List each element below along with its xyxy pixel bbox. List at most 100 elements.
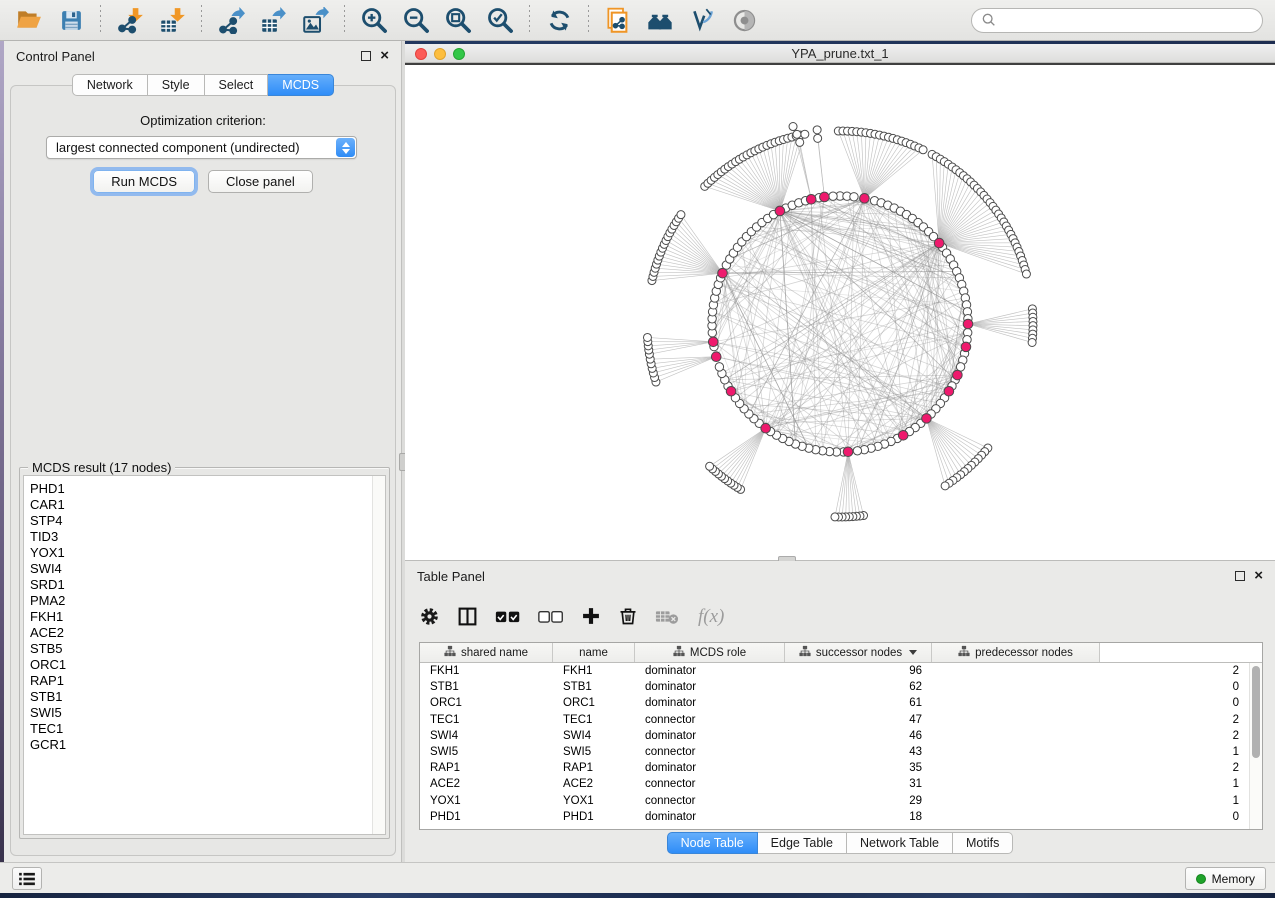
- new-network-document-icon[interactable]: [601, 3, 635, 37]
- mcds-result-item[interactable]: SWI4: [24, 561, 385, 577]
- network-graph[interactable]: [405, 65, 1275, 560]
- table-row[interactable]: ACE2ACE2connector311: [420, 776, 1249, 792]
- mcds-result-item[interactable]: STB1: [24, 689, 385, 705]
- mcds-node[interactable]: [934, 238, 944, 248]
- create-column-icon[interactable]: [581, 606, 601, 626]
- table-row[interactable]: TEC1TEC1connector472: [420, 712, 1249, 728]
- table-row[interactable]: ORC1ORC1dominator610: [420, 695, 1249, 711]
- mcds-node[interactable]: [775, 206, 785, 216]
- column-header-shared-name[interactable]: shared name: [420, 643, 553, 662]
- mcds-node[interactable]: [961, 342, 971, 352]
- mcds-result-item[interactable]: ACE2: [24, 625, 385, 641]
- hide-graphics-details-icon[interactable]: [685, 3, 719, 37]
- mcds-node[interactable]: [806, 194, 816, 204]
- tab-edge-table[interactable]: Edge Table: [758, 832, 847, 854]
- result-list-scrollbar[interactable]: [372, 476, 385, 834]
- delete-columns-icon[interactable]: [618, 606, 638, 626]
- import-table-icon[interactable]: [155, 3, 189, 37]
- mcds-result-item[interactable]: PHD1: [24, 481, 385, 497]
- export-table-icon[interactable]: [256, 3, 290, 37]
- unselect-all-columns-icon[interactable]: [538, 608, 564, 624]
- mcds-result-item[interactable]: SRD1: [24, 577, 385, 593]
- close-panel-icon[interactable]: ×: [1254, 571, 1263, 581]
- export-network-icon[interactable]: [214, 3, 248, 37]
- mcds-node[interactable]: [820, 192, 830, 202]
- open-file-icon[interactable]: [12, 3, 46, 37]
- tab-motifs[interactable]: Motifs: [953, 832, 1013, 854]
- mcds-node[interactable]: [726, 386, 736, 396]
- column-header-MCDS-role[interactable]: MCDS role: [635, 643, 785, 662]
- minimize-window-icon[interactable]: [434, 48, 446, 60]
- table-row[interactable]: PHD1PHD1dominator180: [420, 809, 1249, 825]
- cytoscape-app: Control Panel × NetworkStyleSelectMCDS O…: [0, 0, 1275, 898]
- tab-select[interactable]: Select: [205, 74, 269, 96]
- tab-network[interactable]: Network: [72, 74, 148, 96]
- mcds-result-item[interactable]: STP4: [24, 513, 385, 529]
- tab-style[interactable]: Style: [148, 74, 205, 96]
- mcds-result-item[interactable]: GCR1: [24, 737, 385, 753]
- network-canvas[interactable]: [405, 63, 1275, 560]
- mcds-node[interactable]: [944, 386, 954, 396]
- mcds-node[interactable]: [922, 414, 932, 424]
- mcds-node[interactable]: [963, 319, 973, 329]
- mcds-result-item[interactable]: CAR1: [24, 497, 385, 513]
- show-columns-icon[interactable]: [457, 606, 478, 627]
- table-settings-icon[interactable]: [419, 606, 440, 627]
- table-scrollbar-thumb[interactable]: [1252, 666, 1260, 758]
- table-row[interactable]: FKH1FKH1dominator962: [420, 663, 1249, 679]
- show-graphics-details-icon[interactable]: [727, 3, 761, 37]
- mcds-node[interactable]: [708, 337, 718, 347]
- zoom-out-icon[interactable]: [399, 3, 433, 37]
- mcds-result-item[interactable]: STB5: [24, 641, 385, 657]
- run-mcds-button[interactable]: Run MCDS: [93, 170, 195, 193]
- apply-layout-icon[interactable]: [542, 3, 576, 37]
- close-window-icon[interactable]: [415, 48, 427, 60]
- mcds-result-item[interactable]: SWI5: [24, 705, 385, 721]
- mcds-result-item[interactable]: YOX1: [24, 545, 385, 561]
- column-header-predecessor-nodes[interactable]: predecessor nodes: [932, 643, 1100, 662]
- table-row[interactable]: SWI4SWI4dominator462: [420, 728, 1249, 744]
- mcds-result-item[interactable]: TEC1: [24, 721, 385, 737]
- mcds-node[interactable]: [860, 194, 870, 204]
- table-row[interactable]: RAP1RAP1dominator352: [420, 760, 1249, 776]
- zoom-fit-icon[interactable]: [441, 3, 475, 37]
- tab-node-table[interactable]: Node Table: [667, 832, 758, 854]
- import-network-icon[interactable]: [113, 3, 147, 37]
- float-panel-icon[interactable]: [361, 51, 371, 61]
- export-image-icon[interactable]: [298, 3, 332, 37]
- mcds-result-item[interactable]: FKH1: [24, 609, 385, 625]
- optimization-criterion-select[interactable]: largest connected component (undirected): [46, 136, 357, 159]
- float-panel-icon[interactable]: [1235, 571, 1245, 581]
- mcds-node[interactable]: [843, 447, 853, 457]
- select-all-columns-icon[interactable]: [495, 608, 521, 624]
- table-row[interactable]: STB1STB1dominator620: [420, 679, 1249, 695]
- column-header-successor-nodes[interactable]: successor nodes: [785, 643, 932, 662]
- zoom-selected-icon[interactable]: [483, 3, 517, 37]
- table-scrollbar[interactable]: [1249, 663, 1262, 829]
- task-history-button[interactable]: [12, 867, 42, 890]
- column-header-name[interactable]: name: [553, 643, 635, 662]
- first-neighbors-icon[interactable]: [643, 3, 677, 37]
- mcds-node[interactable]: [711, 352, 721, 362]
- function-builder-icon[interactable]: f(x): [696, 605, 730, 627]
- maximize-window-icon[interactable]: [453, 48, 465, 60]
- tab-mcds[interactable]: MCDS: [268, 74, 334, 96]
- mcds-result-item[interactable]: TID3: [24, 529, 385, 545]
- memory-button[interactable]: Memory: [1185, 867, 1266, 890]
- close-panel-icon[interactable]: ×: [380, 51, 389, 61]
- mcds-node[interactable]: [953, 370, 963, 380]
- mcds-result-item[interactable]: RAP1: [24, 673, 385, 689]
- table-row[interactable]: YOX1YOX1connector291: [420, 793, 1249, 809]
- search-input[interactable]: [971, 8, 1263, 33]
- tab-network-table[interactable]: Network Table: [847, 832, 953, 854]
- mcds-node[interactable]: [898, 430, 908, 440]
- save-session-icon[interactable]: [54, 3, 88, 37]
- mcds-node[interactable]: [761, 423, 771, 433]
- mcds-result-item[interactable]: ORC1: [24, 657, 385, 673]
- zoom-in-icon[interactable]: [357, 3, 391, 37]
- mcds-node[interactable]: [718, 268, 728, 278]
- table-row[interactable]: SWI5SWI5connector431: [420, 744, 1249, 760]
- mcds-result-item[interactable]: PMA2: [24, 593, 385, 609]
- delete-table-icon[interactable]: [655, 608, 679, 625]
- close-panel-button[interactable]: Close panel: [208, 170, 313, 193]
